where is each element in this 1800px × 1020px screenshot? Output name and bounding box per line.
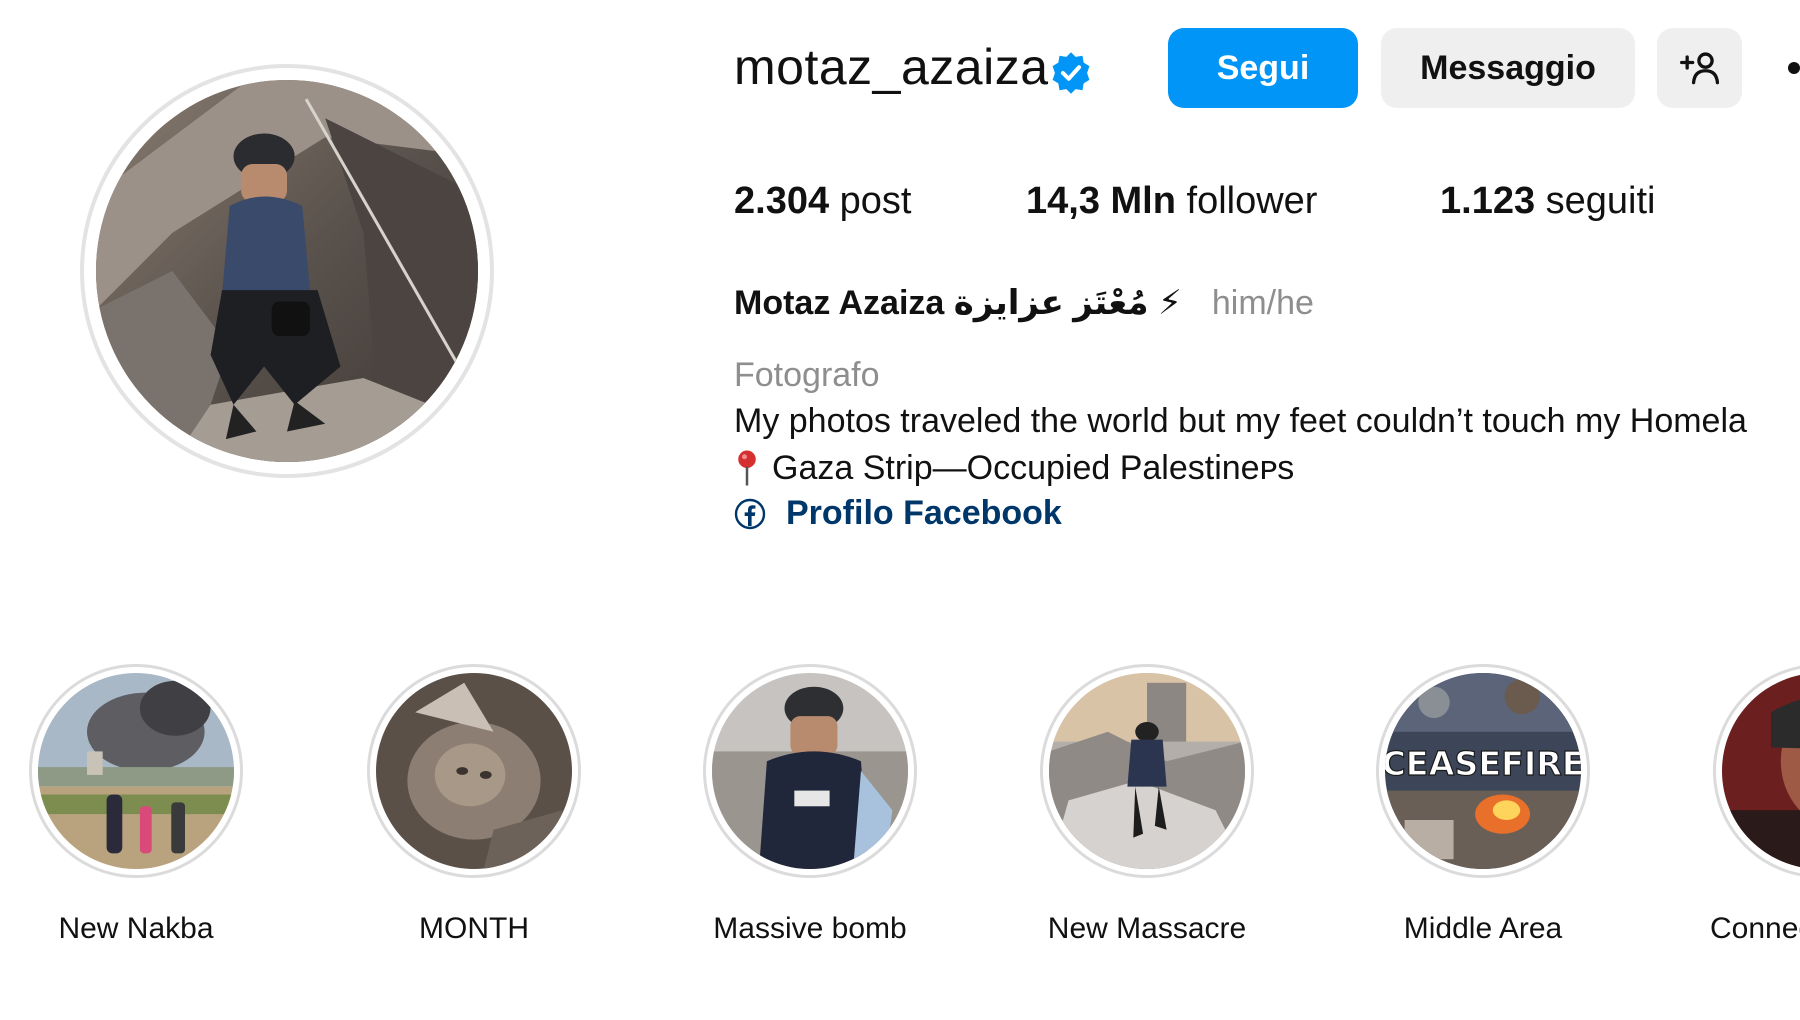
highlight-label: New Nakba <box>58 912 214 945</box>
follow-button-label: Segui <box>1216 48 1310 87</box>
facebook-icon <box>734 498 766 529</box>
highlight-label: Middle Area <box>1403 912 1563 945</box>
posts-count-value: 2.304 <box>734 180 830 222</box>
highlight-cover <box>712 673 908 869</box>
posts-count-label: post <box>839 180 912 222</box>
highlight-cover <box>38 673 234 869</box>
profile-avatar-ring[interactable] <box>80 64 494 478</box>
highlight-item[interactable]: Connec <box>1710 664 1800 946</box>
following-count-value: 1.123 <box>1440 180 1536 222</box>
more-options-icon[interactable] <box>1788 62 1800 74</box>
highlight-item[interactable]: Massive bomb <box>700 664 920 946</box>
highlight-cover <box>1049 673 1245 869</box>
followers-count-value: 14,3 Mln <box>1026 180 1176 222</box>
highlight-ring <box>703 664 917 878</box>
username: motaz_azaiza <box>734 39 1049 95</box>
verified-badge-icon <box>1052 52 1090 94</box>
following-count-label: seguiti <box>1545 180 1656 222</box>
message-button[interactable]: Messaggio <box>1381 28 1635 108</box>
highlight-item[interactable]: New Nakba <box>26 664 246 946</box>
highlight-ring <box>29 664 243 878</box>
profile-avatar <box>96 80 478 462</box>
bio-location: Gaza Strip—Occupied Palestineᴘs <box>734 448 1294 488</box>
location-pin-icon <box>738 450 756 486</box>
bio-text: My photos traveled the world but my feet… <box>734 402 1747 440</box>
highlight-label: MONTH <box>419 912 529 945</box>
highlight-item[interactable]: CEASEFIRE Middle Area <box>1373 664 1593 946</box>
following-link[interactable]: 1.123 seguiti <box>1440 180 1656 223</box>
highlight-cover <box>1722 673 1800 869</box>
highlight-cover <box>376 673 572 869</box>
highlight-item[interactable]: MONTH <box>364 664 584 946</box>
ceasefire-image-text: CEASEFIRE <box>1385 744 1581 783</box>
highlight-item[interactable]: New Massacre <box>1037 664 1257 946</box>
message-button-label: Messaggio <box>1420 48 1596 87</box>
highlight-cover: CEASEFIRE <box>1385 673 1581 869</box>
highlight-ring: CEASEFIRE <box>1376 664 1590 878</box>
highlight-label: Massive bomb <box>713 912 907 945</box>
pronouns: him/he <box>1211 283 1314 322</box>
suggest-users-button[interactable] <box>1657 28 1742 108</box>
highlight-ring <box>367 664 581 878</box>
followers-count-label: follower <box>1186 180 1318 222</box>
add-user-icon <box>1679 52 1719 85</box>
fullname-row: Motaz Azaiza مُعْتَز عزايزة ⚡ him/he <box>734 278 1314 328</box>
highlight-label: Connec <box>1710 912 1800 945</box>
highlight-ring <box>1713 664 1800 878</box>
profile-page: motaz_azaiza Segui Messaggio 2.304 post … <box>0 0 1800 1020</box>
facebook-profile-link[interactable]: Profilo Facebook <box>734 494 1062 533</box>
highlight-ring <box>1040 664 1254 878</box>
facebook-link-label: Profilo Facebook <box>786 494 1062 532</box>
full-name: Motaz Azaiza مُعْتَز عزايزة ⚡ <box>734 284 1182 322</box>
highlight-label: New Massacre <box>1047 912 1247 945</box>
follow-button[interactable]: Segui <box>1168 28 1358 108</box>
profile-category: Fotografo <box>734 356 880 394</box>
followers-link[interactable]: 14,3 Mln follower <box>1026 180 1317 223</box>
location-text: Gaza Strip—Occupied Palestineᴘs <box>772 448 1295 487</box>
posts-count: 2.304 post <box>734 180 911 223</box>
